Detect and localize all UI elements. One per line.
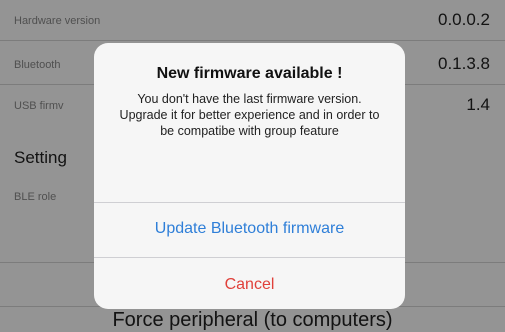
update-bluetooth-firmware-button[interactable]: Update Bluetooth firmware	[94, 220, 405, 238]
alert-message: You don't have the last firmware version…	[119, 92, 380, 138]
firmware-alert-dialog: New firmware available ! You don't have …	[94, 43, 405, 309]
alert-divider	[94, 202, 405, 203]
cancel-button[interactable]: Cancel	[94, 276, 405, 294]
alert-title: New firmware available !	[156, 65, 343, 82]
alert-divider	[94, 257, 405, 258]
